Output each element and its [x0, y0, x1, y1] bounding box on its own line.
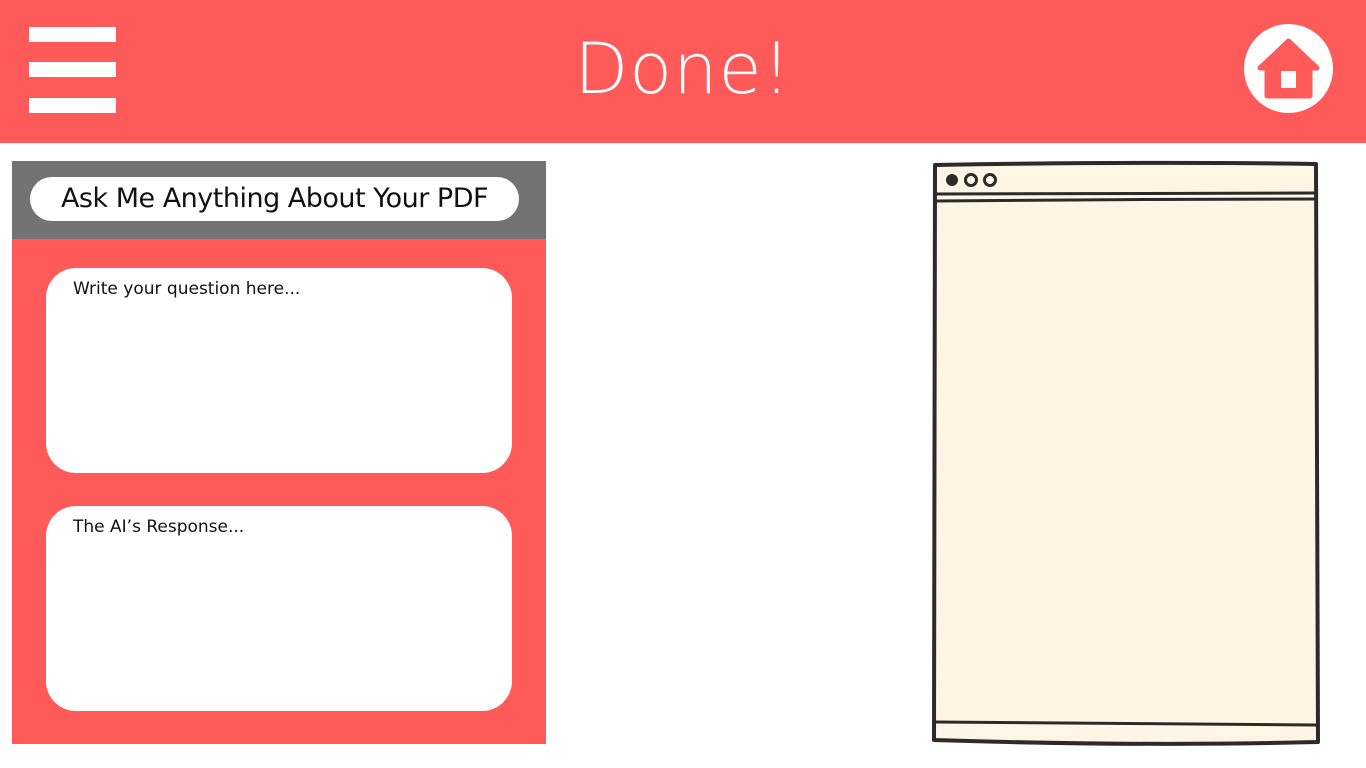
- window-dot-icon: [946, 174, 958, 186]
- response-box: The AI’s Response...: [46, 506, 512, 711]
- browser-window-illustration: [932, 160, 1320, 746]
- top-bar: Done!: [0, 0, 1366, 143]
- pdf-viewer: [930, 160, 1322, 746]
- chat-panel-title: Ask Me Anything About Your PDF: [30, 177, 519, 221]
- response-text: The AI’s Response...: [73, 517, 245, 537]
- chat-panel: Ask Me Anything About Your PDF The AI’s …: [12, 161, 546, 744]
- page-title: Done!: [574, 28, 792, 110]
- home-button[interactable]: [1244, 24, 1333, 113]
- home-icon: [1257, 38, 1320, 99]
- chat-panel-header: Ask Me Anything About Your PDF: [12, 161, 546, 239]
- question-input[interactable]: [73, 278, 493, 458]
- question-box[interactable]: [46, 268, 512, 473]
